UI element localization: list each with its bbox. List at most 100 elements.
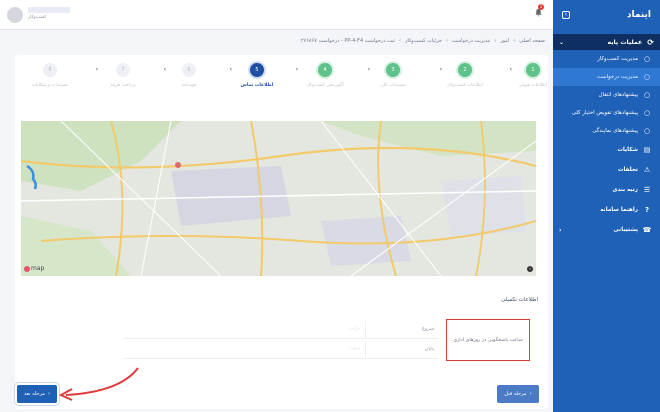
step-7[interactable]: 7 پرداخت هزینه (93, 63, 153, 88)
step-3[interactable]: 3 مستندات کلی (363, 63, 423, 88)
sidebar-section-label: عملیات پایه (607, 38, 643, 46)
breadcrumb-current: ثبت درخواست PP-4-F4 - درخواست ۲۷۶۸۶۷ (300, 38, 395, 44)
location-map[interactable]: map i (21, 121, 536, 276)
start-time-label: شروع (366, 321, 438, 339)
sidebar-item-label: تخلفات (617, 167, 638, 173)
breadcrumb-item[interactable]: امور (500, 38, 509, 44)
sidebar-item-label: پیشنهادهای انتقال (598, 92, 638, 98)
step-label: آگهی‌دهی کسب‌وکار (306, 83, 344, 88)
support-icon: ☎ (642, 226, 652, 234)
map-brand: map (31, 265, 45, 272)
step-circle: 2 (458, 63, 472, 77)
form-card: 1 اطلاعات هویتی › 2 اطلاعات کسب‌وکار › 3… (15, 55, 548, 409)
sidebar-item-help[interactable]: ? راهنما سامانه (553, 200, 660, 220)
avatar[interactable] (7, 7, 23, 23)
step-6[interactable]: 6 تعهدنامه (159, 63, 219, 88)
end-time-input[interactable]: ۰۰:۰۰ (123, 341, 366, 359)
sidebar-item-violations[interactable]: ⚠ تخلفات (553, 160, 660, 180)
sidebar: اینماد › ⟳ عملیات پایه ⌄ ○ مدیریت کسب‌وک… (553, 0, 660, 412)
breadcrumb: صفحه اصلی › امور › مدیریت درخواست › جزئیات … (300, 38, 545, 44)
dot-icon: ○ (643, 73, 651, 81)
step-8[interactable]: 8 مستندات و شکایات (20, 63, 80, 88)
step-label: پرداخت هزینه (110, 83, 136, 88)
step-label: اطلاعات کسب‌وکار (447, 83, 483, 88)
sidebar-item-label: پشتیبانی (613, 227, 638, 233)
working-hours-form: ساعت پاسخگویی در روزهای اداری شروع ۰۰:۰۰… (0, 319, 548, 365)
step-circle: 6 (182, 63, 196, 77)
step-arrow-icon: › (439, 66, 442, 73)
dot-icon: ○ (643, 55, 651, 63)
step-5[interactable]: 5 اطلاعات تماس (227, 63, 287, 88)
start-time-input[interactable]: ۰۰:۰۰ (123, 321, 366, 339)
warning-icon: ⚠ (643, 166, 651, 174)
step-label: اطلاعات تماس (240, 83, 274, 88)
working-hours-label-highlight: ساعت پاسخگویی در روزهای اداری (446, 319, 530, 361)
step-circle: 1 (526, 63, 540, 77)
prev-step-button[interactable]: مرحله قبل ‹ (497, 385, 539, 403)
sidebar-item-request-management[interactable]: ○ مدیریت درخواست (553, 68, 660, 86)
step-arrow-icon: › (229, 66, 232, 73)
step-arrow-icon: › (163, 66, 166, 73)
step-label: مستندات کلی (380, 83, 406, 88)
chevron-right-icon: › (47, 391, 50, 397)
step-arrow-icon: › (95, 66, 98, 73)
next-step-button[interactable]: مرحله بعد › (17, 385, 57, 403)
step-circle: 4 (318, 63, 332, 77)
wizard-stepper: 1 اطلاعات هویتی › 2 اطلاعات کسب‌وکار › 3… (15, 63, 548, 99)
ranking-icon: ☰ (643, 186, 651, 194)
chevron-left-icon: ‹ (529, 391, 532, 397)
top-bar: کسب‌وکار 1 (0, 0, 553, 30)
chevron-left-icon: ‹ (559, 226, 562, 234)
user-name-placeholder (28, 7, 70, 13)
info-icon[interactable]: i (527, 266, 533, 272)
sidebar-item-label: پیشنهادهای تفویض اختیار کلی (571, 110, 638, 116)
sidebar-item-label: مدیریت درخواست (596, 74, 638, 80)
sidebar-item-label: مدیریت کسب‌وکار (597, 56, 638, 62)
help-icon: ? (644, 206, 650, 214)
sidebar-item-label: شکایات (617, 147, 638, 153)
sidebar-item-agency-proposals[interactable]: ○ پیشنهادهای نمایندگی (553, 122, 660, 140)
sidebar-section-basic-operations[interactable]: ⟳ عملیات پایه ⌄ (553, 34, 660, 50)
map-pin-icon (24, 265, 30, 272)
start-time-value: ۰۰:۰۰ (349, 327, 361, 332)
sidebar-header: اینماد › (553, 0, 660, 30)
step-label: تعهدنامه (181, 83, 197, 88)
section-title: اطلاعات تکمیلی (501, 297, 538, 303)
step-arrow-icon: › (367, 66, 370, 73)
prev-step-label: مرحله قبل (504, 391, 527, 397)
sidebar-item-complaints[interactable]: ▤ شکایات (553, 140, 660, 160)
step-circle: 7 (116, 63, 130, 77)
map-tiles (21, 121, 536, 276)
document-icon: ▤ (643, 146, 651, 154)
end-time-label: پایان (366, 341, 438, 359)
step-circle: 8 (43, 63, 57, 77)
collapse-sidebar-icon[interactable]: › (562, 11, 570, 19)
next-step-label: مرحله بعد (24, 391, 45, 397)
dot-icon: ○ (643, 91, 651, 99)
sidebar-item-label: راهنما سامانه (600, 207, 638, 213)
refresh-icon: ⟳ (647, 37, 654, 47)
notification-badge: 1 (538, 4, 544, 10)
chevron-down-icon: ⌄ (559, 38, 565, 46)
sidebar-item-ranking[interactable]: ☰ رتبه بندی (553, 180, 660, 200)
sidebar-item-support[interactable]: ☎ پشتیبانی ‹ (553, 220, 660, 240)
end-time-row: پایان ۰۰:۰۰ (123, 341, 438, 359)
sidebar-item-business-management[interactable]: ○ مدیریت کسب‌وکار (553, 50, 660, 68)
sidebar-item-label: پیشنهادهای نمایندگی (592, 128, 638, 134)
breadcrumb-item[interactable]: جزئیات کسب‌وکار (405, 38, 442, 44)
breadcrumb-item[interactable]: صفحه اصلی (519, 38, 545, 44)
user-role: کسب‌وکار (28, 15, 47, 20)
sidebar-item-transfer-proposals[interactable]: ○ پیشنهادهای انتقال (553, 86, 660, 104)
step-arrow-icon: › (509, 66, 512, 73)
sidebar-item-delegation-proposals[interactable]: ○ پیشنهادهای تفویض اختیار کلی (553, 104, 660, 122)
app-logo[interactable]: اینماد (627, 10, 651, 20)
end-time-value: ۰۰:۰۰ (349, 347, 361, 352)
step-2[interactable]: 2 اطلاعات کسب‌وکار (435, 63, 495, 88)
step-arrow-icon: › (295, 66, 298, 73)
breadcrumb-item[interactable]: مدیریت درخواست (452, 38, 490, 44)
step-circle: 5 (250, 63, 264, 77)
map-logo: map (24, 265, 44, 272)
sidebar-item-label: رتبه بندی (612, 187, 638, 193)
dot-icon: ○ (643, 109, 651, 117)
step-4[interactable]: 4 آگهی‌دهی کسب‌وکار (295, 63, 355, 88)
